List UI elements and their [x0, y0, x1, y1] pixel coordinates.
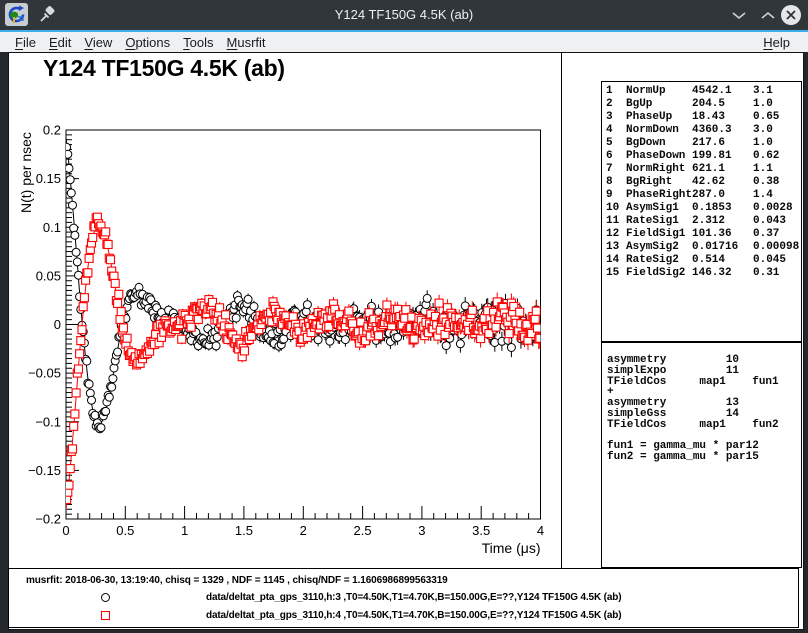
series-black-fit-line: [66, 138, 541, 425]
svg-text:−0.1: −0.1: [35, 414, 61, 429]
svg-text:−0.15: −0.15: [28, 463, 61, 478]
svg-text:0.2: 0.2: [43, 123, 61, 138]
param-row: 7NormRight621.11.1: [606, 163, 801, 176]
pad-divider: [561, 53, 562, 568]
svg-text:1.5: 1.5: [235, 523, 253, 538]
theory-line: fun2 = gamma_mu * par15: [607, 452, 801, 463]
legend-label: data/deltat_pta_gps_3110,h:4 ,T0=4.50K,T…: [206, 610, 621, 621]
fit-info-box: musrfit: 2018-06-30, 13:19:40, chisq = 1…: [8, 568, 799, 628]
series-red: [63, 213, 544, 510]
param-row: 6PhaseDown199.810.62: [606, 150, 801, 163]
legend-circle-marker: [101, 593, 110, 602]
svg-text:0.5: 0.5: [116, 523, 134, 538]
param-row: 13AsymSig20.017160.00098: [606, 241, 801, 254]
svg-text:0.05: 0.05: [36, 268, 61, 283]
plot-title: Y124 TF150G 4.5K (ab): [43, 55, 285, 82]
svg-text:−0.05: −0.05: [28, 366, 61, 381]
legend-row: data/deltat_pta_gps_3110,h:4 ,T0=4.50K,T…: [9, 608, 798, 624]
param-row: 4NormDown4360.33.0: [606, 124, 801, 137]
svg-text:0: 0: [54, 317, 61, 332]
svg-text:2.5: 2.5: [354, 523, 372, 538]
param-row: 14RateSig20.5140.045: [606, 254, 801, 267]
svg-text:2: 2: [300, 523, 307, 538]
parameter-statbox: 1NormUp4542.13.12BgUp204.51.03PhaseUp18.…: [601, 81, 802, 342]
legend-label: data/deltat_pta_gps_3110,h:3 ,T0=4.50K,T…: [206, 592, 621, 603]
theory-statbox: asymmetry 10simplExpo 11TFieldCos map1 f…: [601, 342, 802, 568]
fit-info-text: musrfit: 2018-06-30, 13:19:40, chisq = 1…: [26, 575, 448, 586]
param-row: 11RateSig12.3120.043: [606, 215, 801, 228]
series-black-markers: [63, 143, 544, 433]
series-red-markers: [63, 213, 544, 503]
svg-text:0.1: 0.1: [43, 220, 61, 235]
svg-text:0.15: 0.15: [36, 171, 61, 186]
svg-text:3: 3: [418, 523, 425, 538]
param-row: 12FieldSig1101.360.37: [606, 228, 801, 241]
param-row: 10AsymSig10.18530.0028: [606, 202, 801, 215]
param-row: 1NormUp4542.13.1: [606, 85, 801, 98]
theory-line: simplExpo 11: [607, 366, 801, 377]
theory-line: TFieldCos map1 fun1: [607, 377, 801, 388]
param-row: 5BgDown217.61.0: [606, 137, 801, 150]
y-axis-label: N(t) per nsec: [18, 132, 34, 213]
legend-square-marker: [101, 611, 110, 620]
theory-line: TFieldCos map1 fun2: [607, 420, 801, 431]
param-row: 15FieldSig2146.320.31: [606, 267, 801, 280]
svg-text:4: 4: [537, 523, 544, 538]
svg-text:0: 0: [62, 523, 69, 538]
svg-text:−0.2: −0.2: [35, 512, 61, 527]
param-row: 2BgUp204.51.0: [606, 98, 801, 111]
param-row: 9PhaseRight287.01.4: [606, 189, 801, 202]
x-axis-label: Time (μs): [482, 540, 541, 556]
svg-text:1: 1: [181, 523, 188, 538]
param-row: 3PhaseUp18.430.65: [606, 111, 801, 124]
series-black: [63, 138, 544, 433]
param-row: 8BgRight42.620.38: [606, 176, 801, 189]
legend-row: data/deltat_pta_gps_3110,h:3 ,T0=4.50K,T…: [9, 590, 798, 606]
svg-text:3.5: 3.5: [472, 523, 490, 538]
